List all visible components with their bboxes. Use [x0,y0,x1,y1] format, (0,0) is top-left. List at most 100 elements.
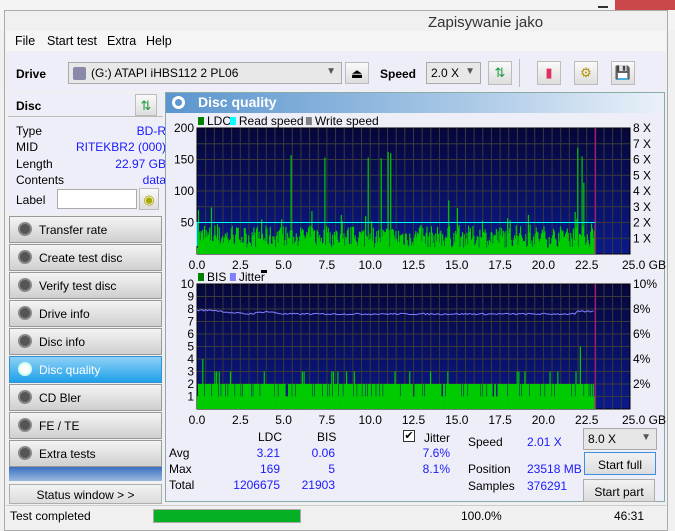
stat-bis: 5 [328,462,335,476]
legend-swatch [198,117,204,125]
ldc-peak [390,153,392,254]
y2-tick-label: 10% [633,277,657,291]
bis-peak [202,359,204,409]
x-tick-label: 25.0 GB [622,413,666,427]
x-tick-label: 22.5 [575,258,599,272]
position-value: 23518 MB [527,462,582,476]
ldc-peak [367,157,369,254]
ldc-peak [324,157,326,254]
stat-ldc: 3.21 [256,446,280,460]
x-tick-label: 17.5 [488,413,512,427]
y2-tick-label: 6% [633,327,651,341]
ldc-peak [577,147,579,254]
col-ldc: LDC [258,430,283,444]
ldc-peak [456,208,458,254]
legend-swatch [305,117,312,125]
stat-bis: 21903 [301,478,335,492]
ldc-peak [574,211,576,254]
legend-swatch [198,273,204,281]
progress-text: 100.0% [461,509,502,523]
x-tick-label: 17.5 [488,258,512,272]
y2-tick-label: 2 X [633,216,651,230]
y-tick-label: 8 [187,302,194,316]
y-tick-label: 10 [181,277,195,291]
stat-bis: 0.06 [311,446,335,460]
progress-fill [154,510,300,522]
y-tick-label: 150 [174,153,194,167]
ldc-peak [527,214,530,254]
stat-ldc: 169 [259,462,280,476]
y2-tick-label: 7 X [633,137,651,151]
legend-label: LDC [207,114,231,128]
speed-value: 2.01 X [527,435,562,449]
x-tick-label: 15.0 [445,258,469,272]
y-tick-label: 5 [187,340,194,354]
charts: 0.0 2.5 5.0 7.5 10.0 12.5 15.0 17.5 20.0 22.5 25.0… [174,114,666,427]
stat-jitter: 8.1% [422,462,450,476]
ldc-peak [311,211,313,254]
ldc-peak [340,214,342,254]
x-tick-label: 5.0 [275,413,292,427]
status-text: Test completed [10,509,91,523]
y-tick-label: 2 [187,377,194,391]
test-speed-value: 8.0 X [588,432,617,446]
col-bis: BIS [317,430,337,444]
x-tick-label: 10.0 [359,413,383,427]
ldc-peak [387,151,389,254]
ldc-peak [583,182,585,254]
y2-tick-label: 5 X [633,168,651,182]
elapsed-time: 46:31 [614,509,645,523]
samples-label: Samples [468,479,515,493]
y-tick-label: 9 [187,290,194,304]
y-tick-label: 200 [174,121,194,135]
x-tick-label: 15.0 [445,413,469,427]
legend-label: BIS [207,270,226,284]
test-speed-select[interactable]: 8.0 X ▼ [583,428,657,450]
y-tick-label: 6 [187,327,194,341]
status-bar: Test completed 100.0% 46:31 [6,505,666,525]
ldc-peak [365,216,367,254]
ldc-peak [380,158,382,254]
samples-value: 376291 [527,479,568,493]
x-tick-label: 2.5 [232,413,249,427]
ldc-peak [290,155,292,254]
start-part-button[interactable]: Start part [583,479,655,502]
jitter-checkbox[interactable]: ✔ [403,430,415,442]
bis-peak [579,346,581,409]
ldc-peak [448,200,450,254]
jitter-label: Jitter [424,431,451,445]
y-tick-label: 50 [181,216,195,230]
x-tick-label: 12.5 [402,258,426,272]
y-tick-label: 4 [187,352,194,366]
ldc-peak [210,207,213,254]
ldc-peak [261,219,263,254]
y2-tick-label: 8 X [633,121,651,135]
x-tick-label: 10.0 [359,258,383,272]
y-tick-label: 1 [187,390,194,404]
stat-row-label: Max [169,462,192,476]
y2-tick-label: 3 X [633,200,651,214]
y2-tick-label: 2% [633,377,651,391]
y-tick-label: 100 [174,184,194,198]
y-tick-label: 7 [187,315,194,329]
progress-bar [153,509,301,523]
x-tick-label: 12.5 [402,413,426,427]
stat-row-label: Total [169,478,195,492]
speed-label: Speed [468,435,503,449]
x-tick-label: 7.5 [319,413,336,427]
x-tick-label: 25.0 GB [622,258,666,272]
y2-tick-label: 8% [633,302,651,316]
chevron-down-icon: ▼ [641,432,651,443]
legend-label: Read speed [239,114,304,128]
legend-label: Write speed [315,114,379,128]
x-tick-label: 0.0 [189,258,206,272]
x-tick-label: 0.0 [189,413,206,427]
y2-tick-label: 4% [633,352,651,366]
x-tick-label: 20.0 [532,413,556,427]
y2-tick-label: 4 X [633,184,651,198]
start-full-button[interactable]: Start full [584,452,656,475]
legend-marker [261,270,267,273]
x-tick-label: 20.0 [532,258,556,272]
position-label: Position [468,462,511,476]
y2-tick-label: 6 X [633,153,651,167]
